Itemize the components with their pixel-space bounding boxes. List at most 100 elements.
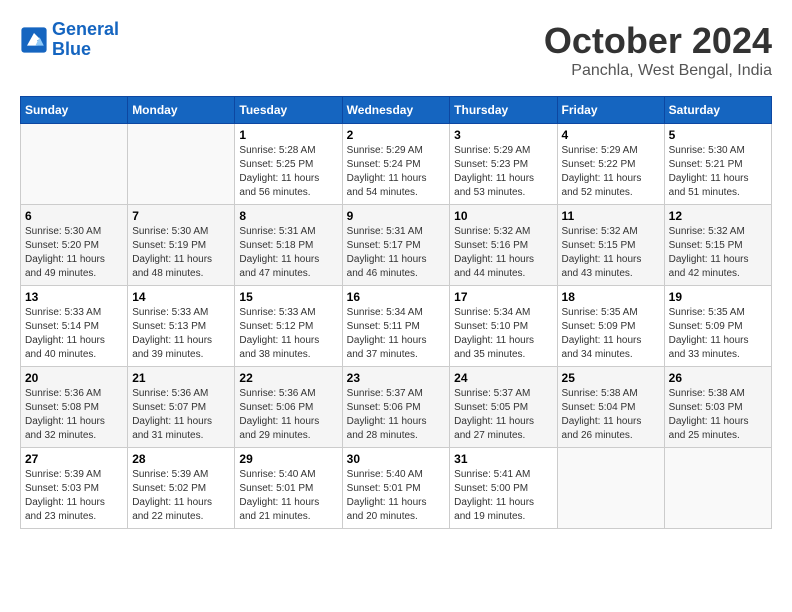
sunset-text: Sunset: 5:06 PM	[239, 401, 337, 415]
sunset-text: Sunset: 5:06 PM	[347, 401, 446, 415]
calendar-table: SundayMondayTuesdayWednesdayThursdayFrid…	[20, 96, 772, 529]
sunset-text: Sunset: 5:15 PM	[562, 239, 660, 253]
sunrise-text: Sunrise: 5:36 AM	[239, 387, 337, 401]
day-number: 3	[454, 128, 552, 142]
daylight-text: Daylight: 11 hours and 54 minutes.	[347, 172, 446, 200]
cell-content: Sunrise: 5:39 AM Sunset: 5:02 PM Dayligh…	[132, 468, 230, 524]
daylight-text: Daylight: 11 hours and 48 minutes.	[132, 253, 230, 281]
day-number: 22	[239, 371, 337, 385]
sunrise-text: Sunrise: 5:33 AM	[239, 306, 337, 320]
sunset-text: Sunset: 5:04 PM	[562, 401, 660, 415]
daylight-text: Daylight: 11 hours and 46 minutes.	[347, 253, 446, 281]
cell-content: Sunrise: 5:41 AM Sunset: 5:00 PM Dayligh…	[454, 468, 552, 524]
day-number: 25	[562, 371, 660, 385]
sunset-text: Sunset: 5:12 PM	[239, 320, 337, 334]
calendar-cell: 9 Sunrise: 5:31 AM Sunset: 5:17 PM Dayli…	[342, 205, 450, 286]
sunrise-text: Sunrise: 5:30 AM	[669, 144, 767, 158]
calendar-cell	[21, 124, 128, 205]
cell-content: Sunrise: 5:40 AM Sunset: 5:01 PM Dayligh…	[347, 468, 446, 524]
day-number: 29	[239, 452, 337, 466]
location-title: Panchla, West Bengal, India	[544, 62, 772, 80]
title-block: October 2024 Panchla, West Bengal, India	[544, 20, 772, 80]
day-number: 19	[669, 290, 767, 304]
day-number: 11	[562, 209, 660, 223]
calendar-cell: 28 Sunrise: 5:39 AM Sunset: 5:02 PM Dayl…	[128, 448, 235, 529]
sunrise-text: Sunrise: 5:29 AM	[347, 144, 446, 158]
sunrise-text: Sunrise: 5:36 AM	[132, 387, 230, 401]
sunrise-text: Sunrise: 5:30 AM	[25, 225, 123, 239]
cell-content: Sunrise: 5:34 AM Sunset: 5:10 PM Dayligh…	[454, 306, 552, 362]
sunset-text: Sunset: 5:03 PM	[669, 401, 767, 415]
cell-content: Sunrise: 5:32 AM Sunset: 5:15 PM Dayligh…	[562, 225, 660, 281]
daylight-text: Daylight: 11 hours and 40 minutes.	[25, 334, 123, 362]
calendar-cell: 26 Sunrise: 5:38 AM Sunset: 5:03 PM Dayl…	[664, 367, 771, 448]
calendar-cell: 5 Sunrise: 5:30 AM Sunset: 5:21 PM Dayli…	[664, 124, 771, 205]
sunset-text: Sunset: 5:21 PM	[669, 158, 767, 172]
sunrise-text: Sunrise: 5:38 AM	[562, 387, 660, 401]
calendar-week-row: 20 Sunrise: 5:36 AM Sunset: 5:08 PM Dayl…	[21, 367, 772, 448]
daylight-text: Daylight: 11 hours and 37 minutes.	[347, 334, 446, 362]
calendar-cell: 12 Sunrise: 5:32 AM Sunset: 5:15 PM Dayl…	[664, 205, 771, 286]
logo-icon	[20, 26, 48, 54]
calendar-cell: 11 Sunrise: 5:32 AM Sunset: 5:15 PM Dayl…	[557, 205, 664, 286]
calendar-cell: 30 Sunrise: 5:40 AM Sunset: 5:01 PM Dayl…	[342, 448, 450, 529]
day-number: 18	[562, 290, 660, 304]
cell-content: Sunrise: 5:29 AM Sunset: 5:24 PM Dayligh…	[347, 144, 446, 200]
sunset-text: Sunset: 5:03 PM	[25, 482, 123, 496]
calendar-cell: 10 Sunrise: 5:32 AM Sunset: 5:16 PM Dayl…	[450, 205, 557, 286]
calendar-cell: 1 Sunrise: 5:28 AM Sunset: 5:25 PM Dayli…	[235, 124, 342, 205]
sunset-text: Sunset: 5:01 PM	[347, 482, 446, 496]
calendar-cell: 3 Sunrise: 5:29 AM Sunset: 5:23 PM Dayli…	[450, 124, 557, 205]
calendar-cell: 14 Sunrise: 5:33 AM Sunset: 5:13 PM Dayl…	[128, 286, 235, 367]
page-header: General Blue October 2024 Panchla, West …	[20, 20, 772, 80]
weekday-header-cell: Thursday	[450, 97, 557, 124]
sunrise-text: Sunrise: 5:29 AM	[454, 144, 552, 158]
sunset-text: Sunset: 5:23 PM	[454, 158, 552, 172]
daylight-text: Daylight: 11 hours and 27 minutes.	[454, 415, 552, 443]
cell-content: Sunrise: 5:32 AM Sunset: 5:16 PM Dayligh…	[454, 225, 552, 281]
sunrise-text: Sunrise: 5:38 AM	[669, 387, 767, 401]
calendar-cell: 19 Sunrise: 5:35 AM Sunset: 5:09 PM Dayl…	[664, 286, 771, 367]
daylight-text: Daylight: 11 hours and 52 minutes.	[562, 172, 660, 200]
sunrise-text: Sunrise: 5:32 AM	[562, 225, 660, 239]
calendar-cell: 23 Sunrise: 5:37 AM Sunset: 5:06 PM Dayl…	[342, 367, 450, 448]
sunrise-text: Sunrise: 5:39 AM	[132, 468, 230, 482]
daylight-text: Daylight: 11 hours and 29 minutes.	[239, 415, 337, 443]
sunrise-text: Sunrise: 5:32 AM	[454, 225, 552, 239]
cell-content: Sunrise: 5:33 AM Sunset: 5:13 PM Dayligh…	[132, 306, 230, 362]
day-number: 2	[347, 128, 446, 142]
day-number: 8	[239, 209, 337, 223]
weekday-header-cell: Wednesday	[342, 97, 450, 124]
day-number: 10	[454, 209, 552, 223]
day-number: 7	[132, 209, 230, 223]
calendar-cell: 31 Sunrise: 5:41 AM Sunset: 5:00 PM Dayl…	[450, 448, 557, 529]
daylight-text: Daylight: 11 hours and 31 minutes.	[132, 415, 230, 443]
daylight-text: Daylight: 11 hours and 47 minutes.	[239, 253, 337, 281]
sunset-text: Sunset: 5:07 PM	[132, 401, 230, 415]
sunrise-text: Sunrise: 5:33 AM	[132, 306, 230, 320]
cell-content: Sunrise: 5:33 AM Sunset: 5:14 PM Dayligh…	[25, 306, 123, 362]
cell-content: Sunrise: 5:36 AM Sunset: 5:06 PM Dayligh…	[239, 387, 337, 443]
sunset-text: Sunset: 5:09 PM	[669, 320, 767, 334]
day-number: 17	[454, 290, 552, 304]
daylight-text: Daylight: 11 hours and 51 minutes.	[669, 172, 767, 200]
calendar-week-row: 27 Sunrise: 5:39 AM Sunset: 5:03 PM Dayl…	[21, 448, 772, 529]
calendar-cell: 18 Sunrise: 5:35 AM Sunset: 5:09 PM Dayl…	[557, 286, 664, 367]
day-number: 15	[239, 290, 337, 304]
sunset-text: Sunset: 5:16 PM	[454, 239, 552, 253]
weekday-header-row: SundayMondayTuesdayWednesdayThursdayFrid…	[21, 97, 772, 124]
sunset-text: Sunset: 5:24 PM	[347, 158, 446, 172]
cell-content: Sunrise: 5:39 AM Sunset: 5:03 PM Dayligh…	[25, 468, 123, 524]
daylight-text: Daylight: 11 hours and 32 minutes.	[25, 415, 123, 443]
weekday-header-cell: Saturday	[664, 97, 771, 124]
daylight-text: Daylight: 11 hours and 42 minutes.	[669, 253, 767, 281]
daylight-text: Daylight: 11 hours and 21 minutes.	[239, 496, 337, 524]
sunset-text: Sunset: 5:05 PM	[454, 401, 552, 415]
calendar-cell: 22 Sunrise: 5:36 AM Sunset: 5:06 PM Dayl…	[235, 367, 342, 448]
day-number: 21	[132, 371, 230, 385]
calendar-week-row: 13 Sunrise: 5:33 AM Sunset: 5:14 PM Dayl…	[21, 286, 772, 367]
daylight-text: Daylight: 11 hours and 34 minutes.	[562, 334, 660, 362]
month-title: October 2024	[544, 20, 772, 62]
cell-content: Sunrise: 5:40 AM Sunset: 5:01 PM Dayligh…	[239, 468, 337, 524]
calendar-cell: 17 Sunrise: 5:34 AM Sunset: 5:10 PM Dayl…	[450, 286, 557, 367]
